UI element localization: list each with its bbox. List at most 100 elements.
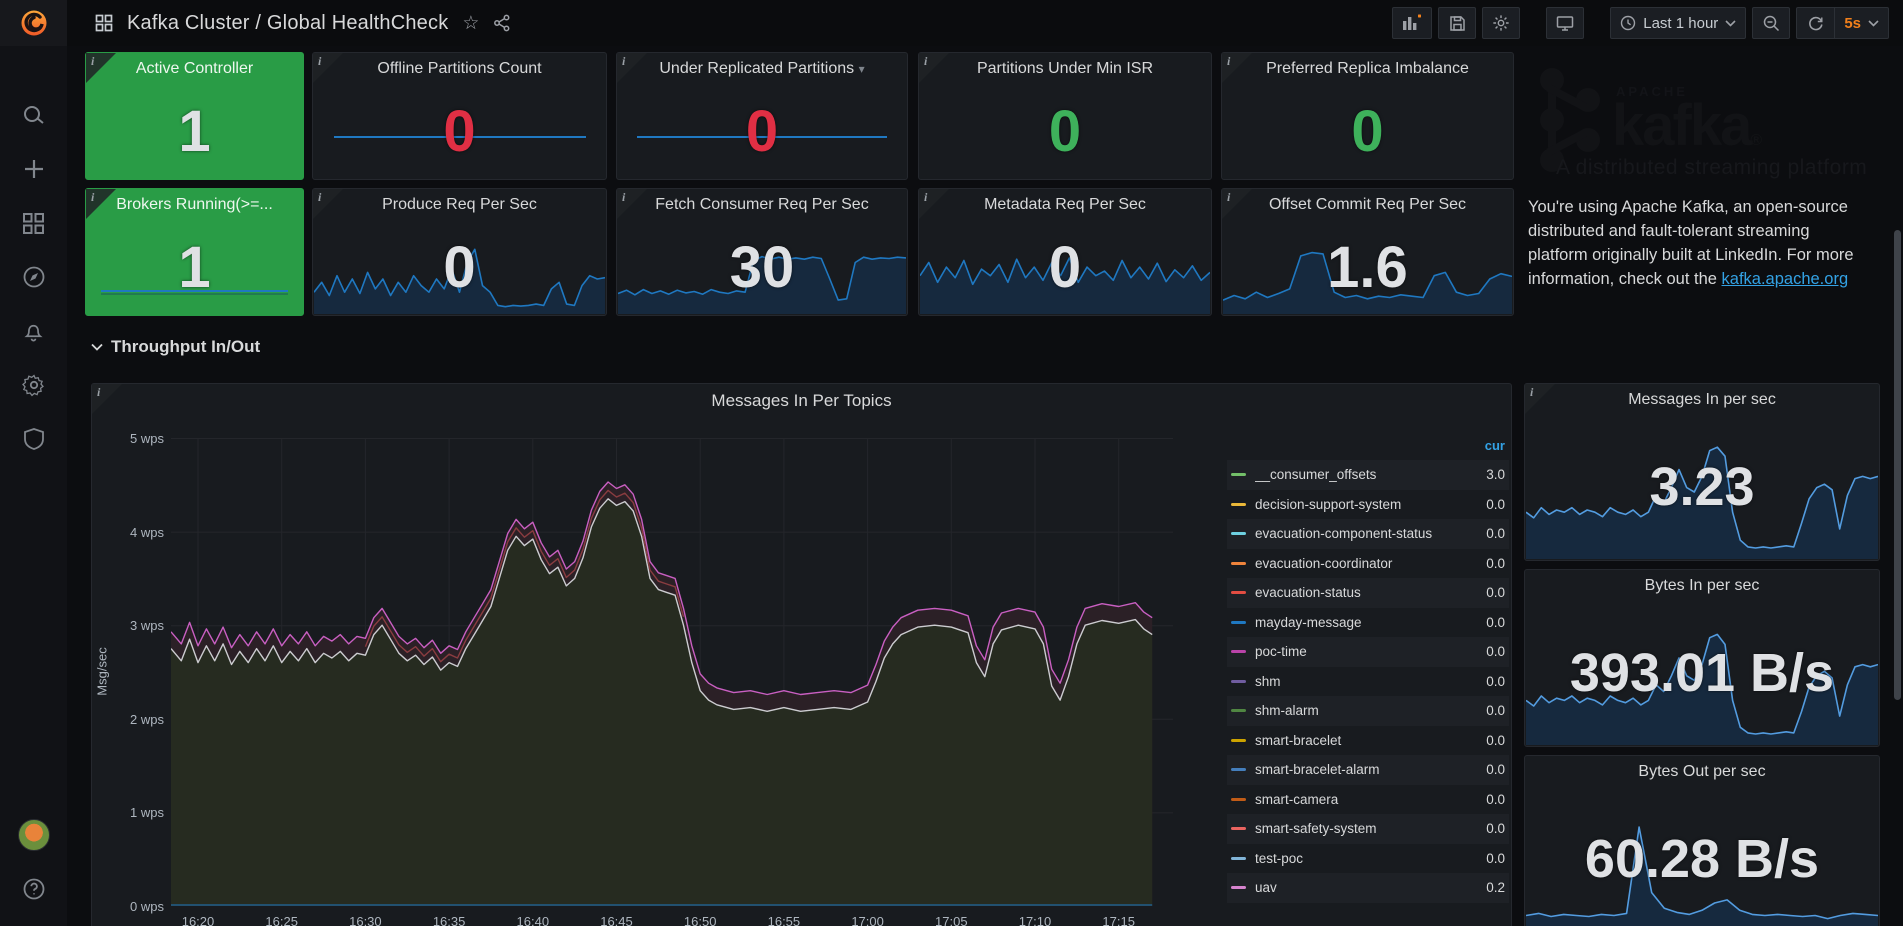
legend-series-label[interactable]: evacuation-status xyxy=(1255,585,1486,600)
legend-series-label[interactable]: smart-bracelet-alarm xyxy=(1255,762,1486,777)
panel-fetch-consumer-req-per-sec[interactable]: i Fetch Consumer Req Per Sec 30 xyxy=(616,188,908,316)
user-avatar[interactable] xyxy=(0,808,67,862)
legend-series-label[interactable]: evacuation-coordinator xyxy=(1255,556,1486,571)
chevron-down-icon[interactable]: ▾ xyxy=(859,62,865,76)
line-chart-plot[interactable] xyxy=(171,438,1173,906)
legend-series-label[interactable]: poc-time xyxy=(1255,644,1486,659)
info-corner-icon[interactable]: i xyxy=(617,189,647,219)
panel-title[interactable]: Fetch Consumer Req Per Sec xyxy=(617,189,907,214)
legend-series-label[interactable]: mayday-message xyxy=(1255,615,1486,630)
add-panel-button[interactable] xyxy=(1392,7,1432,39)
dashboard-grid-icon[interactable] xyxy=(95,14,113,32)
legend-item[interactable]: decision-support-system0.0 xyxy=(1227,490,1509,520)
legend-series-label[interactable]: evacuation-component-status xyxy=(1255,526,1486,541)
info-corner-icon[interactable]: i xyxy=(919,189,949,219)
chart-title[interactable]: Messages In Per Topics xyxy=(92,384,1511,411)
info-corner-icon[interactable]: i xyxy=(1222,53,1252,83)
panel-title[interactable]: Metadata Req Per Sec xyxy=(919,189,1211,214)
legend-item[interactable]: evacuation-coordinator0.0 xyxy=(1227,549,1509,579)
search-icon[interactable] xyxy=(0,88,67,142)
share-icon[interactable] xyxy=(493,14,511,32)
legend-item[interactable]: smart-bracelet0.0 xyxy=(1227,726,1509,756)
server-admin-shield-icon[interactable] xyxy=(0,412,67,466)
legend-series-label[interactable]: smart-camera xyxy=(1255,792,1486,807)
panel-active-controller[interactable]: i Active Controller 1 xyxy=(85,52,304,180)
panel-title[interactable]: Preferred Replica Imbalance xyxy=(1222,53,1513,78)
panel-title[interactable]: Produce Req Per Sec xyxy=(313,189,606,214)
info-corner-icon[interactable]: i xyxy=(1222,189,1252,219)
legend-item[interactable]: smart-bracelet-alarm0.0 xyxy=(1227,755,1509,785)
dashboard-settings-button[interactable] xyxy=(1482,7,1520,39)
panel-messages-in-per-sec[interactable]: i Messages In per sec 3.23 xyxy=(1524,383,1880,561)
panel-bytes-out-per-sec[interactable]: Bytes Out per sec 60.28 B/s xyxy=(1524,755,1880,926)
dashboards-icon[interactable] xyxy=(0,196,67,250)
plus-icon[interactable] xyxy=(0,142,67,196)
panel-bytes-in-per-sec[interactable]: Bytes In per sec 393.01 B/s xyxy=(1524,569,1880,747)
panel-metadata-req-per-sec[interactable]: i Metadata Req Per Sec 0 xyxy=(918,188,1212,316)
save-dashboard-button[interactable] xyxy=(1438,7,1476,39)
legend-item[interactable]: __consumer_offsets3.0 xyxy=(1227,460,1509,490)
legend-item[interactable]: mayday-message0.0 xyxy=(1227,608,1509,638)
panel-under-replicated-partitions[interactable]: i Under Replicated Partitions ▾ 0 xyxy=(616,52,908,180)
legend-series-label[interactable]: shm xyxy=(1255,674,1486,689)
panel-brokers-running[interactable]: i Brokers Running(>=... 1 xyxy=(85,188,304,316)
panel-title[interactable]: Messages In per sec xyxy=(1525,384,1879,409)
legend-item[interactable]: evacuation-component-status0.0 xyxy=(1227,519,1509,549)
configuration-gear-icon[interactable] xyxy=(0,358,67,412)
panel-title[interactable]: Offline Partitions Count xyxy=(313,53,606,78)
legend-item[interactable]: smart-safety-system0.0 xyxy=(1227,814,1509,844)
legend-item[interactable]: test-poc0.0 xyxy=(1227,844,1509,874)
legend-series-label[interactable]: test-poc xyxy=(1255,851,1486,866)
legend-item[interactable]: shm0.0 xyxy=(1227,667,1509,697)
panel-messages-in-per-topics[interactable]: i Messages In Per Topics Msg/sec 5 wps4 … xyxy=(91,383,1512,926)
grafana-logo[interactable] xyxy=(0,0,67,46)
panel-produce-req-per-sec[interactable]: i Produce Req Per Sec 0 xyxy=(312,188,607,316)
scrollbar-thumb[interactable] xyxy=(1894,230,1901,700)
star-icon[interactable]: ☆ xyxy=(462,12,479,35)
legend-item[interactable]: shm-alarm0.0 xyxy=(1227,696,1509,726)
kafka-link[interactable]: kafka.apache.org xyxy=(1722,270,1849,288)
info-corner-icon[interactable]: i xyxy=(313,189,343,219)
panel-title[interactable]: Partitions Under Min ISR xyxy=(919,53,1211,78)
panel-partitions-under-min-isr[interactable]: i Partitions Under Min ISR 0 xyxy=(918,52,1212,180)
legend-series-label[interactable]: __consumer_offsets xyxy=(1255,467,1486,482)
panel-offset-commit-req-per-sec[interactable]: i Offset Commit Req Per Sec 1.6 xyxy=(1221,188,1514,316)
legend-series-label[interactable]: decision-support-system xyxy=(1255,497,1486,512)
explore-compass-icon[interactable] xyxy=(0,250,67,304)
panel-preferred-replica-imbalance[interactable]: i Preferred Replica Imbalance 0 xyxy=(1221,52,1514,180)
panel-title[interactable]: Bytes In per sec xyxy=(1525,570,1879,595)
legend-series-label[interactable]: smart-safety-system xyxy=(1255,821,1486,836)
legend-item[interactable]: smart-camera0.0 xyxy=(1227,785,1509,815)
info-corner-icon[interactable]: i xyxy=(86,189,116,219)
info-corner-icon[interactable]: i xyxy=(617,53,647,83)
legend-series-label[interactable]: uav xyxy=(1255,880,1486,895)
info-corner-icon[interactable]: i xyxy=(92,384,122,414)
legend-item[interactable]: poc-time0.0 xyxy=(1227,637,1509,667)
help-icon[interactable] xyxy=(0,862,67,916)
refresh-button[interactable] xyxy=(1796,7,1834,39)
info-corner-icon[interactable]: i xyxy=(1525,384,1555,414)
legend-item[interactable]: uav0.2 xyxy=(1227,873,1509,903)
panel-kafka-info[interactable]: APACHE kafka® A distributed streaming pl… xyxy=(1524,52,1880,316)
panel-title[interactable]: Under Replicated Partitions ▾ xyxy=(617,53,907,78)
info-corner-icon[interactable]: i xyxy=(919,53,949,83)
legend-current-header[interactable]: cur xyxy=(1227,438,1509,460)
stat-value: 30 xyxy=(617,223,907,311)
panel-title[interactable]: Brokers Running(>=... xyxy=(86,189,303,214)
alerting-bell-icon[interactable] xyxy=(0,304,67,358)
zoom-out-button[interactable] xyxy=(1752,7,1790,39)
refresh-interval-picker[interactable]: 5s xyxy=(1834,7,1889,39)
legend-item[interactable]: evacuation-status0.0 xyxy=(1227,578,1509,608)
panel-title[interactable]: Active Controller xyxy=(86,53,303,78)
legend-series-label[interactable]: smart-bracelet xyxy=(1255,733,1486,748)
tv-mode-button[interactable] xyxy=(1546,7,1584,39)
panel-offline-partitions-count[interactable]: i Offline Partitions Count 0 xyxy=(312,52,607,180)
x-tick-label: 16:25 xyxy=(252,914,312,926)
row-throughput-in-out[interactable]: Throughput In/Out xyxy=(91,337,260,357)
panel-title[interactable]: Bytes Out per sec xyxy=(1525,756,1879,781)
info-corner-icon[interactable]: i xyxy=(86,53,116,83)
legend-series-label[interactable]: shm-alarm xyxy=(1255,703,1486,718)
panel-title[interactable]: Offset Commit Req Per Sec xyxy=(1222,189,1513,214)
time-range-picker[interactable]: Last 1 hour xyxy=(1610,7,1746,39)
info-corner-icon[interactable]: i xyxy=(313,53,343,83)
